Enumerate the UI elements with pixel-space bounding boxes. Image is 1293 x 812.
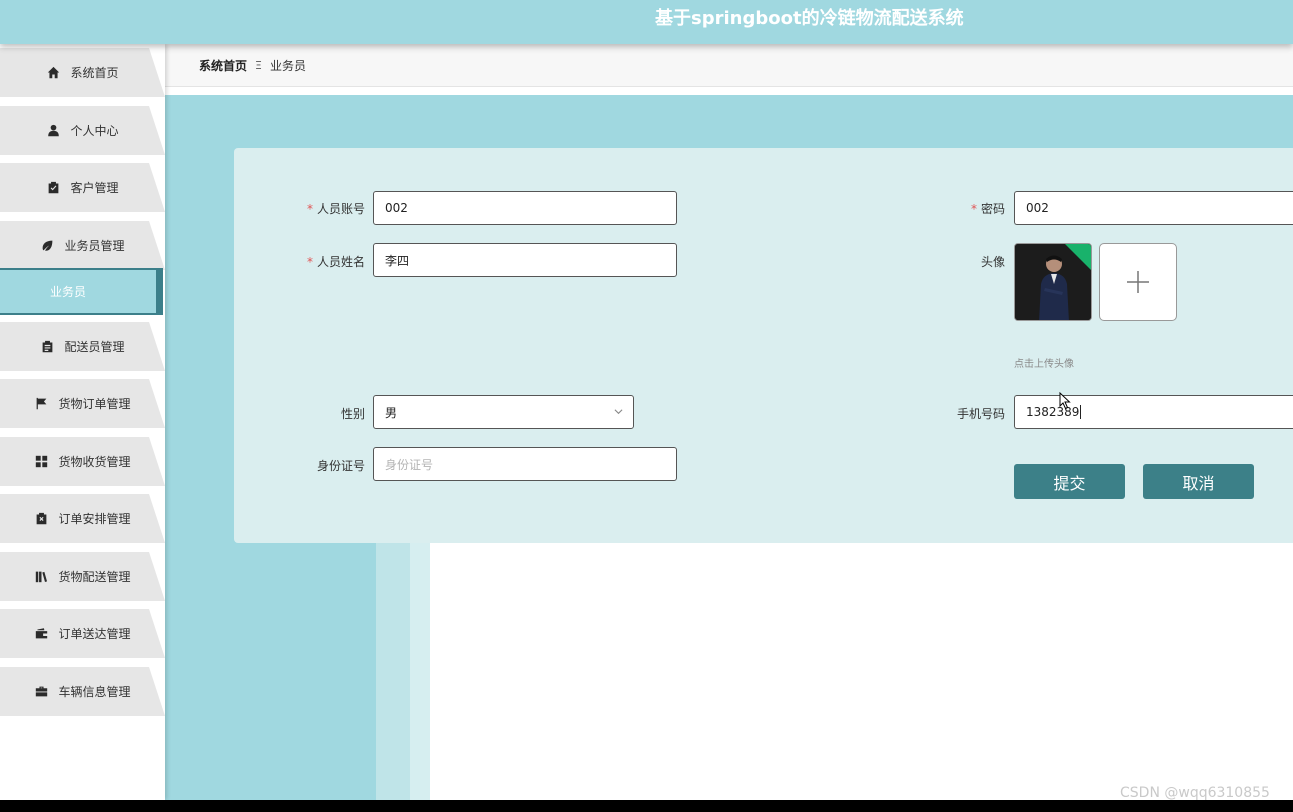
- mouse-cursor-icon: [1059, 392, 1071, 410]
- avatar-success-badge: [1065, 244, 1091, 270]
- sidebar: 系统首页 个人中心 客户管理 业务员管理 业务员 配送员管理 货物订单管理 货物…: [0, 44, 165, 800]
- sidebar-item-label: 客户管理: [70, 181, 119, 195]
- sidebar-item-delivery-management[interactable]: 货物配送管理: [0, 552, 165, 601]
- sidebar-subitem-salesman[interactable]: 业务员: [0, 268, 163, 315]
- clipboard-icon: [40, 340, 54, 354]
- sidebar-item-customers[interactable]: 客户管理: [0, 163, 165, 212]
- top-header: 基于springboot的冷链物流配送系统: [0, 0, 1293, 44]
- required-mark: *: [970, 202, 977, 216]
- user-icon: [46, 124, 60, 138]
- sidebar-item-label: 货物订单管理: [58, 397, 131, 411]
- sidebar-item-order-management[interactable]: 货物订单管理: [0, 379, 165, 428]
- sidebar-item-arrival-management[interactable]: 订单送达管理: [0, 609, 165, 658]
- content-panel: [430, 540, 1293, 800]
- sidebar-item-label: 系统首页: [70, 66, 119, 80]
- sidebar-item-label: 业务员管理: [64, 239, 125, 253]
- flag-icon: [34, 397, 48, 411]
- leaf-icon: [40, 239, 54, 253]
- account-input[interactable]: 002: [373, 191, 677, 225]
- required-mark: *: [306, 255, 313, 269]
- chevron-down-icon: [614, 409, 623, 415]
- sidebar-item-label: 订单送达管理: [58, 627, 131, 641]
- breadcrumb-separator: Ξ: [255, 58, 262, 72]
- breadcrumb-current: 业务员: [269, 58, 306, 73]
- required-mark: *: [306, 202, 313, 216]
- text-caret: [1080, 405, 1082, 419]
- home-icon: [46, 66, 60, 80]
- sidebar-item-label: 货物收货管理: [58, 455, 131, 469]
- wallet-icon: [34, 627, 48, 641]
- decorative-column: [376, 540, 410, 800]
- name-label: * 人员姓名: [306, 255, 365, 269]
- password-label: * 密码: [970, 202, 1005, 216]
- phone-label: 手机号码: [956, 407, 1005, 421]
- sidebar-item-personal-center[interactable]: 个人中心: [0, 106, 165, 155]
- upload-avatar-button[interactable]: [1099, 243, 1177, 321]
- cancel-button[interactable]: 取消: [1143, 464, 1254, 499]
- sidebar-item-receiving-management[interactable]: 货物收货管理: [0, 437, 165, 486]
- gender-select[interactable]: 男: [373, 395, 634, 429]
- avatar-image[interactable]: [1014, 243, 1092, 321]
- books-icon: [34, 570, 48, 584]
- sidebar-subitem-label: 业务员: [50, 285, 87, 299]
- phone-input[interactable]: 1382389: [1014, 395, 1293, 429]
- briefcase-icon: [34, 685, 48, 699]
- id-card-input[interactable]: 身份证号: [373, 447, 677, 481]
- app-title: 基于springboot的冷链物流配送系统: [655, 8, 964, 29]
- gender-label: 性别: [340, 407, 365, 421]
- sidebar-item-courier-management[interactable]: 配送员管理: [0, 322, 165, 371]
- plus-icon: [1127, 271, 1149, 293]
- sidebar-item-salesman-management[interactable]: 业务员管理: [0, 221, 165, 270]
- avatar-label: 头像: [980, 255, 1005, 269]
- sidebar-item-label: 配送员管理: [64, 340, 125, 354]
- decorative-column: [410, 540, 430, 800]
- name-input[interactable]: 李四: [373, 243, 677, 277]
- id-card-label: 身份证号: [316, 459, 365, 473]
- sidebar-item-home[interactable]: 系统首页: [0, 48, 165, 97]
- submit-button[interactable]: 提交: [1014, 464, 1125, 499]
- sidebar-item-label: 个人中心: [70, 124, 119, 138]
- breadcrumb: 系统首页 Ξ 业务员: [165, 44, 1293, 87]
- grid-icon: [34, 455, 48, 469]
- clipboard-check-icon: [46, 181, 60, 195]
- sidebar-item-label: 车辆信息管理: [58, 685, 131, 699]
- bottom-bar: [0, 800, 1293, 812]
- breadcrumb-home-link[interactable]: 系统首页: [199, 57, 247, 74]
- clipboard-x-icon: [34, 512, 48, 526]
- upload-hint: 点击上传头像: [1014, 359, 1074, 370]
- password-input[interactable]: 002: [1014, 191, 1293, 225]
- sidebar-item-label: 订单安排管理: [58, 512, 131, 526]
- sidebar-item-vehicle-management[interactable]: 车辆信息管理: [0, 667, 165, 716]
- account-label: * 人员账号: [306, 202, 365, 216]
- sidebar-item-scheduling-management[interactable]: 订单安排管理: [0, 494, 165, 543]
- sidebar-item-label: 货物配送管理: [58, 570, 131, 584]
- watermark: CSDN @wqq6310855: [1120, 785, 1270, 801]
